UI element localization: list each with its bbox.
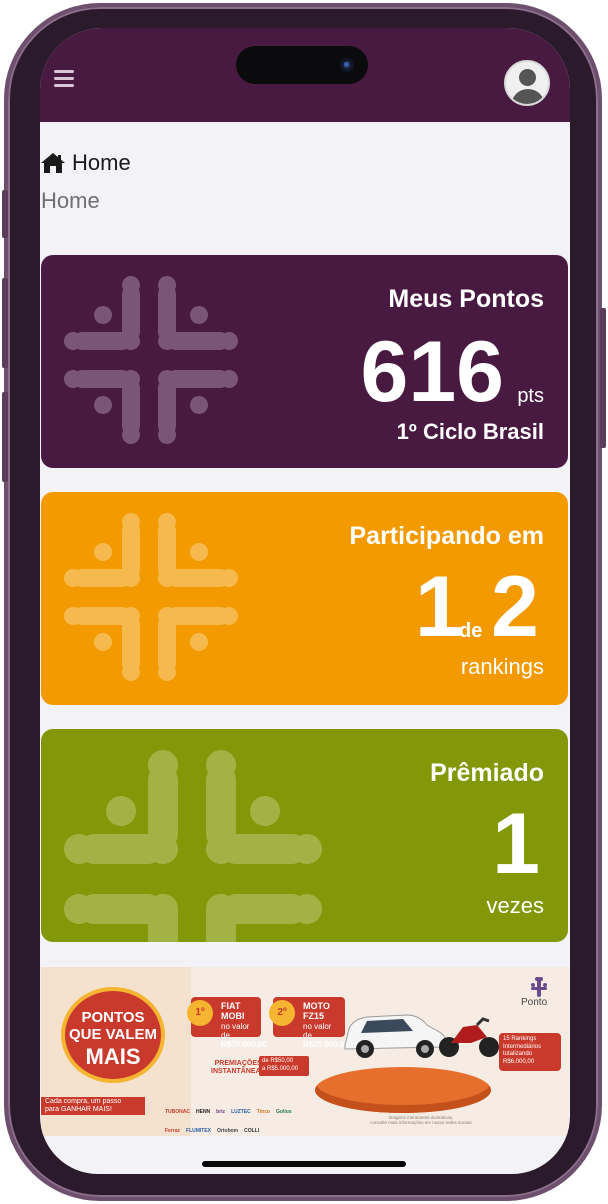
instant-value-1: de R$50,00 bbox=[262, 1058, 294, 1064]
breadcrumb-home-label: Home bbox=[72, 150, 131, 175]
sponsor-logo: LUZTEC bbox=[231, 1109, 251, 1115]
side-button bbox=[2, 278, 8, 368]
home-icon bbox=[41, 153, 65, 173]
hamburger-menu-icon[interactable] bbox=[54, 70, 74, 88]
top-app-bar bbox=[40, 28, 570, 122]
prize-1-rank: 1º bbox=[187, 1000, 213, 1026]
sponsor-logo: TUBONAC bbox=[165, 1109, 190, 1115]
points-value: 616 bbox=[360, 324, 505, 420]
participating-total: 2 bbox=[491, 559, 539, 655]
rankings-line-4: R$6.000,00 bbox=[503, 1058, 535, 1065]
page-title: Home bbox=[41, 188, 100, 213]
side-button bbox=[2, 392, 8, 482]
prize-2-name: MOTO FZ15 bbox=[303, 1001, 330, 1022]
sponsor-logo: Golius bbox=[276, 1109, 292, 1115]
promo-banner[interactable]: PONTOS QUE VALEM MAIS Cada compra, um pa… bbox=[41, 967, 569, 1136]
sponsor-logo: Ortobom bbox=[217, 1128, 239, 1134]
sponsor-logo: FLUMITEX bbox=[186, 1128, 212, 1134]
rankings-line-2: Intermediários bbox=[503, 1043, 542, 1050]
prize-2-value: R$20.000,00 bbox=[303, 1040, 349, 1050]
home-indicator[interactable] bbox=[202, 1161, 406, 1167]
participating-connector: de bbox=[459, 620, 483, 642]
banner-headline-2: QUE VALEM bbox=[68, 1026, 158, 1044]
points-unit: pts bbox=[517, 385, 544, 407]
prize-2-label: no valor de bbox=[303, 1021, 332, 1040]
banner-disclaimer: Imagens meramente ilustrativas, consulte… bbox=[361, 1115, 481, 1125]
rankings-chip: 15 Rankings Intermediários totalizando R… bbox=[499, 1033, 561, 1071]
banner-cta-line-2: para GANHAR MAIS! bbox=[45, 1106, 112, 1114]
prize-1-value: R$70.000,00 bbox=[221, 1040, 267, 1050]
instant-value-2: a R$5.000,00 bbox=[262, 1065, 299, 1072]
banner-headline-1: PONTOS bbox=[81, 1009, 145, 1026]
dots-pattern-icon bbox=[64, 276, 238, 444]
front-camera-icon bbox=[340, 58, 354, 72]
awarded-card[interactable]: Prêmiado 1 vezes bbox=[41, 729, 568, 942]
rankings-line-3: totalizando bbox=[503, 1051, 533, 1057]
banner-cta-line-1: Cada compra, um passo bbox=[45, 1098, 122, 1105]
prize-1-label: no valor de bbox=[221, 1021, 250, 1040]
disclaimer-line-2: consulte mais informações em nosso redes… bbox=[370, 1120, 472, 1125]
dots-pattern-icon bbox=[64, 750, 322, 942]
app-screen: Home Home Meus Pontos 616 pts 1º Ciclo B… bbox=[40, 28, 570, 1174]
car-illustration-icon bbox=[344, 1014, 446, 1058]
banner-badge: PONTOS QUE VALEM MAIS bbox=[61, 987, 165, 1083]
sponsor-logo: Tinco bbox=[256, 1109, 271, 1115]
sponsor-logos: TUBONAC HENN briz LUZTEC Tinco Golius Ferraz FL… bbox=[163, 1100, 313, 1136]
dynamic-island bbox=[236, 46, 368, 84]
banner-cta: Cada compra, um passo para GANHAR MAIS! bbox=[41, 1097, 145, 1115]
prize-2-rank: 2º bbox=[269, 1000, 295, 1026]
points-card-title: Meus Pontos bbox=[388, 285, 544, 313]
dots-pattern-icon bbox=[64, 513, 238, 681]
awarded-value: 1 bbox=[492, 796, 540, 892]
sponsor-logo: HENN bbox=[196, 1109, 211, 1115]
participating-caption: rankings bbox=[460, 654, 544, 679]
awarded-card-title: Prêmiado bbox=[430, 759, 544, 787]
prize-2-chip: 2º MOTO FZ15 no valor de R$20.000,00 bbox=[269, 997, 349, 1049]
points-card[interactable]: Meus Pontos 616 pts 1º Ciclo Brasil bbox=[41, 255, 568, 468]
prize-1-chip: 1º FIAT MOBI no valor de R$70.000,00 bbox=[187, 997, 267, 1049]
instant-prizes-line-2: INSTANTÂNEAS bbox=[211, 1068, 266, 1076]
ponto-logo-text: Ponto bbox=[521, 997, 548, 1008]
side-button bbox=[600, 308, 606, 448]
prize-podium bbox=[315, 1067, 491, 1113]
breadcrumb[interactable]: Home bbox=[40, 148, 131, 178]
participating-card-title: Participando em bbox=[349, 522, 545, 550]
rankings-line-1: 15 Rankings bbox=[503, 1036, 537, 1042]
awarded-caption: vezes bbox=[486, 893, 544, 918]
prize-1-name: FIAT MOBI bbox=[221, 1001, 245, 1022]
sponsor-logo: COLLI bbox=[244, 1128, 260, 1134]
points-cycle-caption: 1º Ciclo Brasil bbox=[396, 419, 544, 444]
instant-prizes-values: de R$50,00 a R$5.000,00 bbox=[259, 1056, 309, 1076]
motorcycle-illustration-icon bbox=[439, 1017, 499, 1057]
instant-prizes-label: PREMIAÇÕES INSTANTÂNEAS bbox=[211, 1060, 265, 1077]
participating-card[interactable]: Participando em 1 de 2 rankings bbox=[41, 492, 568, 705]
banner-headline-3: MAIS bbox=[85, 1043, 141, 1069]
user-avatar-icon[interactable] bbox=[504, 60, 550, 106]
sponsor-logo: Ferraz bbox=[165, 1128, 181, 1134]
side-button bbox=[2, 190, 8, 238]
sponsor-logo: briz bbox=[216, 1109, 226, 1115]
participating-current: 1 bbox=[415, 559, 463, 655]
